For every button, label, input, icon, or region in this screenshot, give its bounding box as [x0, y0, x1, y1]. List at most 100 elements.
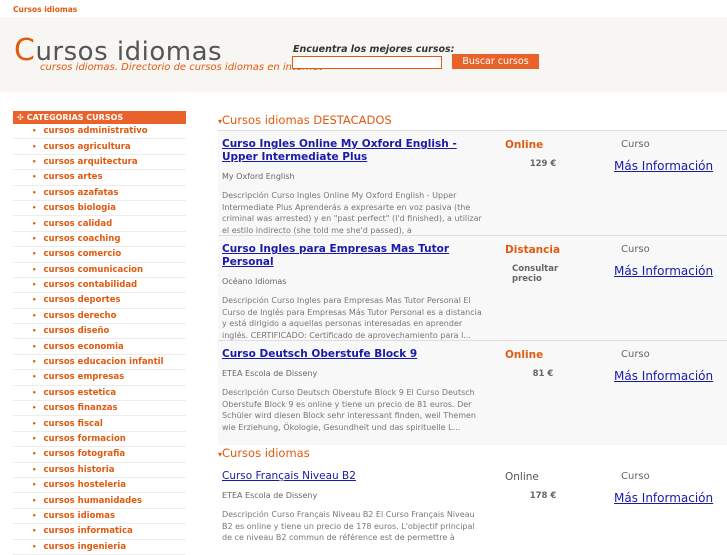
sidebar-category-link[interactable]: • cursos diseño — [13, 324, 186, 340]
sidebar-category-link[interactable]: • cursos administrativo — [13, 124, 186, 140]
course-type: Curso — [621, 244, 650, 255]
home-link[interactable]: Cursos idiomas — [13, 5, 77, 14]
sidebar-category-link[interactable]: • cursos finanzas — [13, 401, 186, 417]
sidebar-category-link[interactable]: • cursos derecho — [13, 309, 186, 325]
course-description: Descripción Curso Ingles para Empresas M… — [222, 296, 482, 340]
bullet-icon: • — [32, 157, 37, 166]
sidebar-category-label: cursos formacion — [43, 434, 126, 444]
sidebar-category-link[interactable]: • cursos estetica — [13, 386, 186, 402]
sidebar-category-link[interactable]: • cursos hosteleria — [13, 478, 186, 494]
bullet-icon: • — [32, 419, 37, 428]
course-provider: Océano Idiomas — [222, 277, 287, 286]
sidebar-category-label: cursos arquitectura — [43, 156, 138, 167]
more-info-link[interactable]: Más Información — [614, 264, 727, 278]
sidebar-category-label: cursos coaching — [43, 233, 121, 244]
bullet-icon: • — [32, 327, 37, 336]
sidebar-category-label: cursos calidad — [43, 218, 113, 229]
course-title-link[interactable]: Curso Français Niveau B2 — [222, 470, 486, 483]
featured-section-title: ▾Cursos idiomas DESTACADOS — [218, 113, 392, 127]
sidebar-category-link[interactable]: • cursos comunicacion — [13, 263, 186, 278]
sidebar-category-label: cursos artes — [43, 172, 103, 183]
sidebar-category-link[interactable]: • cursos informatica — [13, 524, 186, 540]
sidebar-category-link[interactable]: • cursos arquitectura — [13, 155, 186, 171]
sidebar-category-label: cursos humanidades — [43, 495, 143, 506]
sidebar-category-link[interactable]: • cursos fiscal — [13, 416, 186, 432]
bullet-icon: • — [32, 188, 37, 197]
sidebar-category-link[interactable]: • cursos azafatas — [13, 186, 186, 201]
bullet-icon: • — [32, 542, 37, 551]
search-input[interactable] — [292, 56, 442, 69]
more-info-link[interactable]: Más Información — [614, 491, 727, 505]
course-mode: Online — [505, 471, 539, 483]
bullet-icon: • — [32, 373, 37, 382]
sidebar-category-link[interactable]: • cursos empresas — [13, 370, 186, 386]
sidebar-category-label: cursos comercio — [43, 249, 122, 260]
sidebar-category-link[interactable]: • cursos formacion — [13, 432, 186, 448]
sidebar-category-link[interactable]: • cursos coaching — [13, 232, 186, 248]
sidebar-category-label: cursos azafatas — [43, 187, 119, 198]
sidebar-category-label: cursos fiscal — [43, 418, 103, 429]
sidebar-category-label: cursos derecho — [43, 310, 117, 321]
sidebar-category-link[interactable]: • cursos economia — [13, 339, 186, 355]
bullet-icon: • — [32, 219, 37, 228]
sidebar-category-label: cursos diseño — [43, 326, 110, 337]
bullet-icon: • — [32, 342, 37, 351]
bullet-icon: • — [32, 204, 37, 213]
sidebar-category-link[interactable]: • cursos deportes — [13, 293, 186, 309]
course-title-link[interactable]: Curso Ingles para Empresas Mas Tutor Per… — [222, 243, 486, 269]
sidebar-category-label: cursos historia — [43, 464, 115, 475]
more-info-link[interactable]: Más Información — [614, 369, 727, 383]
bullet-icon: • — [32, 527, 37, 536]
sidebar-category-link[interactable]: • cursos idiomas — [13, 509, 186, 525]
categories-list: • cursos administrativo • cursos agricultur… — [13, 124, 186, 555]
sidebar-category-link[interactable]: • cursos contabilidad — [13, 278, 186, 294]
sidebar-category-link[interactable]: • cursos ingenieria — [13, 540, 186, 555]
sidebar-category-link[interactable]: • cursos calidad — [13, 216, 186, 232]
course-price: 129 € — [529, 159, 557, 169]
bullet-icon: • — [32, 404, 37, 413]
sidebar-category-label: cursos educacion infantil — [43, 357, 164, 368]
sidebar-category-link[interactable]: • cursos historia — [13, 463, 186, 478]
bullet-icon: • — [32, 388, 37, 397]
more-info-link[interactable]: Más Información — [614, 159, 727, 173]
course-description: Descripción Curso Ingles Online My Oxfor… — [222, 191, 482, 235]
bullet-icon: • — [32, 281, 37, 290]
sidebar-category-label: cursos idiomas — [43, 510, 116, 521]
bullet-icon: • — [32, 234, 37, 243]
sidebar-category-link[interactable]: • cursos fotografia — [13, 447, 186, 463]
sidebar-category-label: cursos finanzas — [43, 403, 118, 414]
sidebar-category-label: cursos deportes — [43, 295, 121, 306]
sidebar-category-label: cursos empresas — [43, 372, 125, 383]
sidebar-category-label: cursos comunicacion — [43, 264, 144, 275]
course-price: Consultar precio — [512, 264, 559, 284]
bullet-icon: • — [32, 450, 37, 459]
categories-sidebar: ✣ CATEGORIAS CURSOS • cursos administrativ… — [13, 111, 186, 555]
site-header: Cursos idiomas cursos idiomas. Directori… — [0, 17, 727, 92]
top-bar: Cursos idiomas — [0, 0, 727, 17]
sidebar-category-link[interactable]: • cursos biologia — [13, 201, 186, 217]
bullet-icon: • — [32, 173, 37, 182]
site-tagline: cursos idiomas. Directorio de cursos idi… — [40, 62, 323, 73]
sidebar-category-link[interactable]: • cursos artes — [13, 170, 186, 186]
bullet-icon: • — [32, 127, 37, 136]
categories-icon: ✣ — [17, 113, 24, 122]
sidebar-category-link[interactable]: • cursos comercio — [13, 247, 186, 263]
search-button[interactable]: Buscar cursos — [452, 54, 539, 69]
categories-heading: ✣ CATEGORIAS CURSOS — [13, 111, 186, 124]
sidebar-category-label: cursos informatica — [43, 526, 133, 537]
sidebar-category-link[interactable]: • cursos agricultura — [13, 139, 186, 155]
bullet-icon: • — [32, 496, 37, 505]
sidebar-category-label: cursos ingenieria — [43, 541, 127, 552]
course-price: 81 € — [532, 369, 554, 379]
sidebar-category-link[interactable]: • cursos humanidades — [13, 493, 186, 509]
sidebar-category-link[interactable]: • cursos educacion infantil — [13, 355, 186, 371]
course-type: Curso — [621, 349, 650, 360]
course-title-link[interactable]: Curso Ingles Online My Oxford English - … — [222, 138, 486, 164]
regular-section-title: ▾Cursos idiomas — [218, 446, 310, 460]
course-price: 178 € — [529, 491, 557, 501]
bullet-icon: • — [32, 250, 37, 259]
course-title-link[interactable]: Curso Deutsch Oberstufe Block 9 — [222, 348, 486, 361]
bullet-icon: • — [32, 142, 37, 151]
sidebar-category-label: cursos biologia — [43, 203, 117, 214]
bullet-icon: • — [32, 311, 37, 320]
